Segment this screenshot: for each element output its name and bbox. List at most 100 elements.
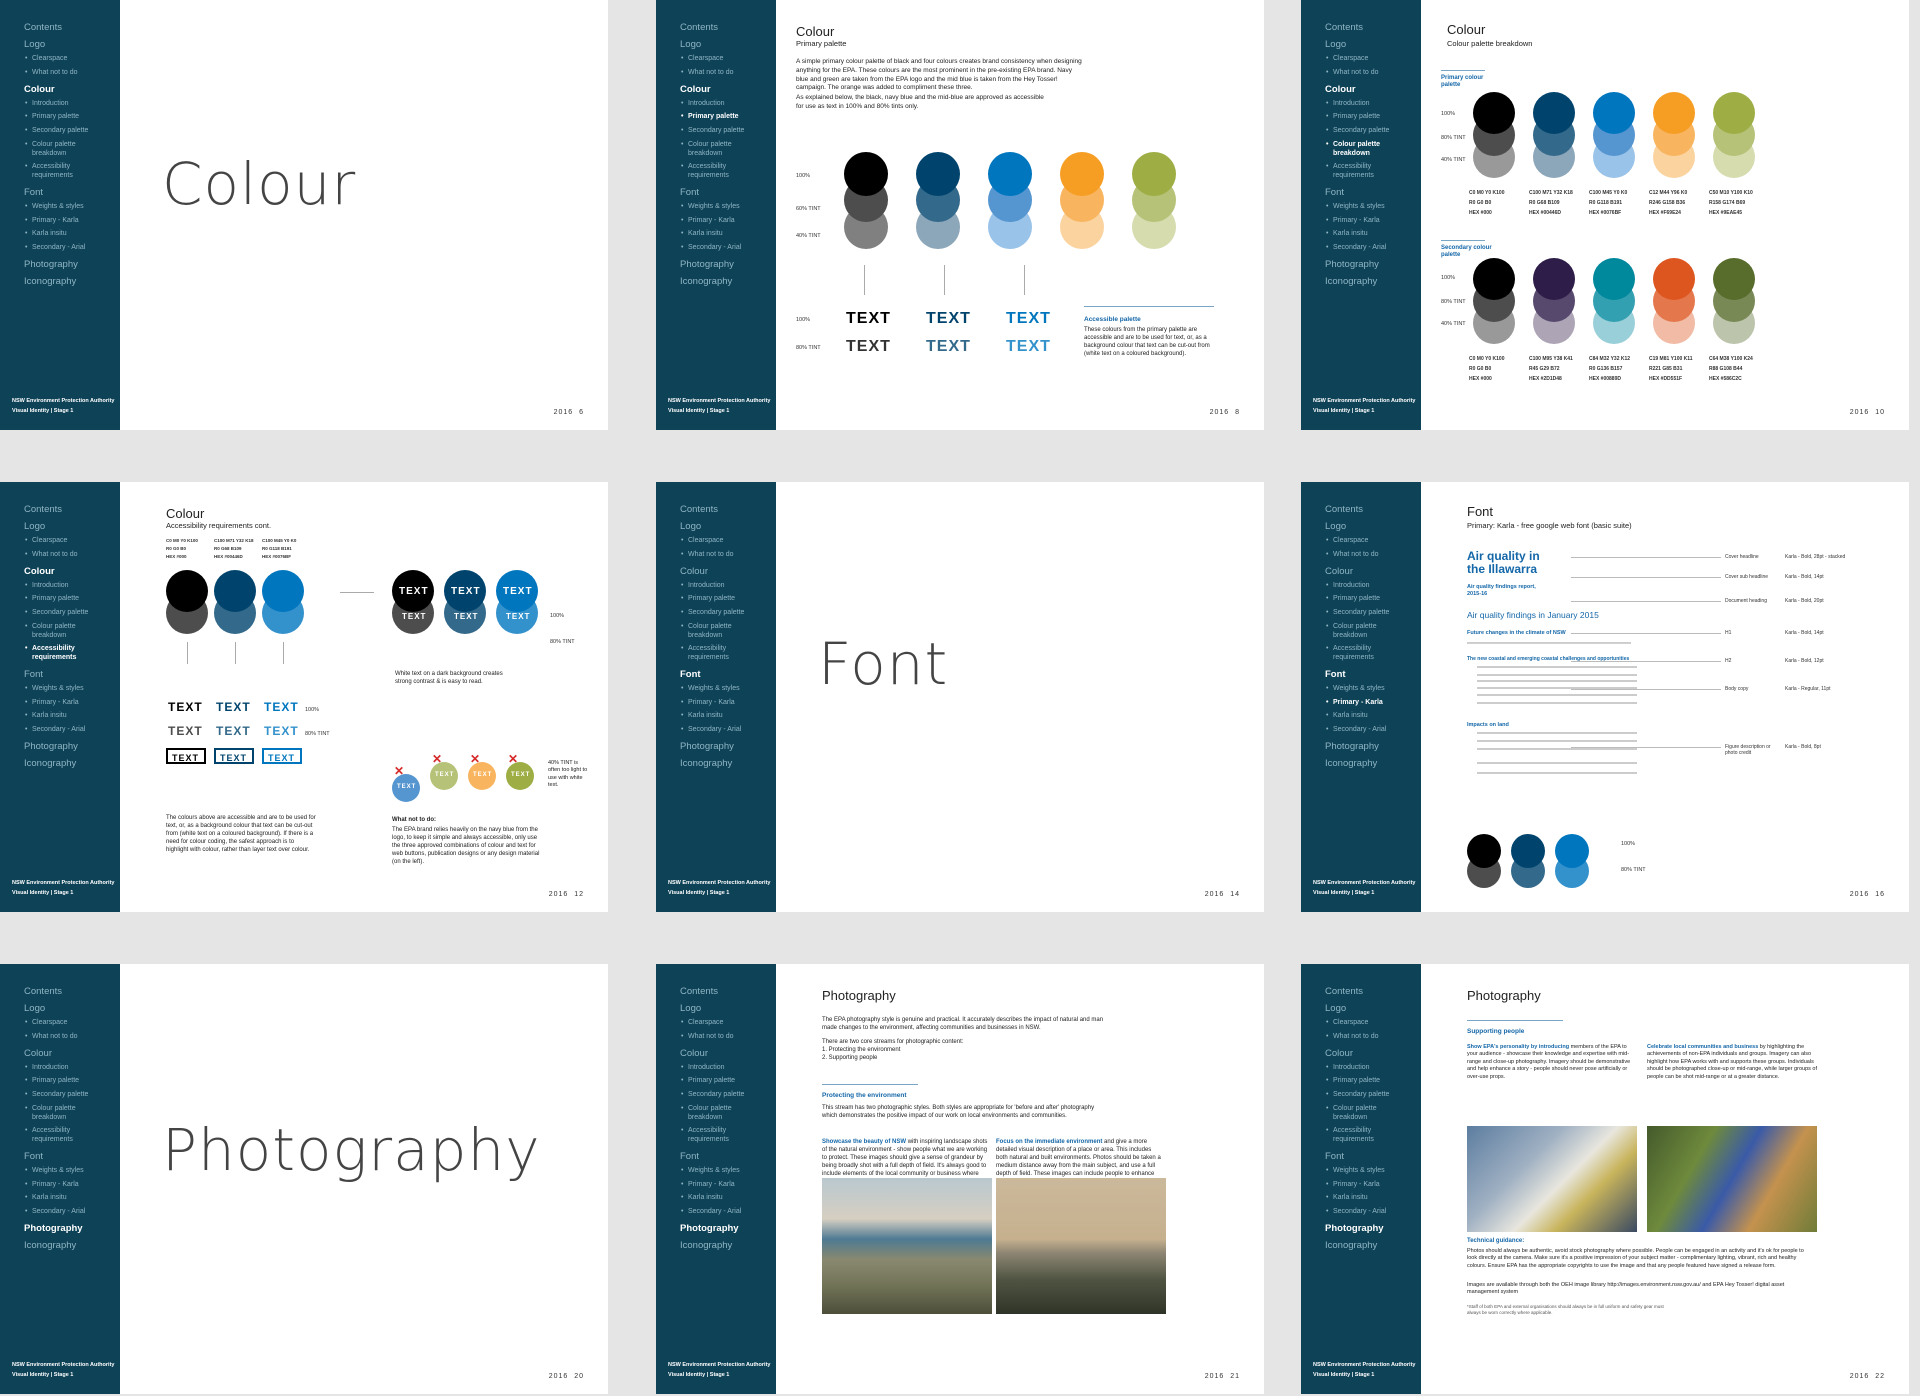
nav-what-not[interactable]: What not to do	[681, 69, 776, 78]
nav-contents[interactable]: Contents	[24, 504, 120, 515]
nav-iconography[interactable]: Iconography	[680, 276, 776, 287]
nav-what-not[interactable]: What not to do	[1326, 69, 1421, 78]
nav-colour[interactable]: Colour	[24, 84, 120, 95]
nav-primary-palette[interactable]: Primary palette	[25, 595, 120, 604]
nav-photography[interactable]: Photography	[24, 259, 120, 270]
nav-logo[interactable]: Logo	[24, 521, 120, 532]
nav-accessibility[interactable]: Accessibility requirements	[681, 645, 748, 663]
nav-introduction[interactable]: Introduction	[1326, 582, 1421, 591]
nav-photography[interactable]: Photography	[680, 1223, 776, 1234]
nav-colour[interactable]: Colour	[680, 566, 776, 577]
nav-logo[interactable]: Logo	[1325, 521, 1421, 532]
nav-photography[interactable]: Photography	[680, 259, 776, 270]
nav-weights[interactable]: Weights & styles	[25, 685, 120, 694]
nav-font[interactable]: Font	[680, 187, 776, 198]
nav-secondary-palette[interactable]: Secondary palette	[1326, 1091, 1421, 1100]
nav-secondary-arial[interactable]: Secondary - Arial	[1326, 1208, 1421, 1217]
nav-colour[interactable]: Colour	[1325, 566, 1421, 577]
nav-primary-karla[interactable]: Primary - Karla	[1326, 699, 1421, 708]
nav-clearspace[interactable]: Clearspace	[25, 55, 120, 64]
nav-contents[interactable]: Contents	[24, 22, 120, 33]
nav-introduction[interactable]: Introduction	[1326, 100, 1421, 109]
nav-secondary-arial[interactable]: Secondary - Arial	[25, 244, 120, 253]
nav-clearspace[interactable]: Clearspace	[25, 537, 120, 546]
nav-introduction[interactable]: Introduction	[25, 100, 120, 109]
nav-primary-palette[interactable]: Primary palette	[25, 1077, 120, 1086]
nav-what-not[interactable]: What not to do	[25, 1033, 120, 1042]
nav-primary-karla[interactable]: Primary - Karla	[1326, 217, 1421, 226]
nav-primary-palette[interactable]: Primary palette	[681, 113, 776, 122]
nav-weights[interactable]: Weights & styles	[681, 685, 776, 694]
nav-primary-karla[interactable]: Primary - Karla	[681, 1181, 776, 1190]
nav-logo[interactable]: Logo	[24, 1003, 120, 1014]
nav-iconography[interactable]: Iconography	[24, 758, 120, 769]
nav-photography[interactable]: Photography	[1325, 259, 1421, 270]
nav-secondary-arial[interactable]: Secondary - Arial	[681, 244, 776, 253]
nav-karla-insitu[interactable]: Karla insitu	[25, 1194, 120, 1203]
nav-accessibility[interactable]: Accessibility requirements	[25, 1127, 92, 1145]
nav-iconography[interactable]: Iconography	[24, 1240, 120, 1251]
nav-logo[interactable]: Logo	[1325, 39, 1421, 50]
nav-secondary-palette[interactable]: Secondary palette	[25, 1091, 120, 1100]
nav-iconography[interactable]: Iconography	[1325, 758, 1421, 769]
nav-contents[interactable]: Contents	[24, 986, 120, 997]
nav-colour[interactable]: Colour	[1325, 84, 1421, 95]
nav-colour-breakdown[interactable]: Colour palette breakdown	[681, 1105, 748, 1123]
nav-iconography[interactable]: Iconography	[680, 1240, 776, 1251]
nav-colour[interactable]: Colour	[680, 84, 776, 95]
nav-contents[interactable]: Contents	[680, 986, 776, 997]
nav-colour[interactable]: Colour	[24, 566, 120, 577]
nav-accessibility[interactable]: Accessibility requirements	[1326, 1127, 1393, 1145]
nav-what-not[interactable]: What not to do	[1326, 551, 1421, 560]
nav-photography[interactable]: Photography	[1325, 741, 1421, 752]
nav-contents[interactable]: Contents	[680, 22, 776, 33]
nav-accessibility[interactable]: Accessibility requirements	[681, 1127, 748, 1145]
nav-colour-breakdown[interactable]: Colour palette breakdown	[25, 623, 92, 641]
nav-font[interactable]: Font	[24, 187, 120, 198]
nav-primary-karla[interactable]: Primary - Karla	[681, 699, 776, 708]
nav-font[interactable]: Font	[1325, 669, 1421, 680]
nav-karla-insitu[interactable]: Karla insitu	[681, 230, 776, 239]
nav-introduction[interactable]: Introduction	[25, 582, 120, 591]
nav-accessibility[interactable]: Accessibility requirements	[1326, 163, 1393, 181]
nav-what-not[interactable]: What not to do	[681, 1033, 776, 1042]
nav-karla-insitu[interactable]: Karla insitu	[681, 712, 776, 721]
nav-secondary-palette[interactable]: Secondary palette	[681, 127, 776, 136]
nav-font[interactable]: Font	[24, 669, 120, 680]
nav-accessibility[interactable]: Accessibility requirements	[25, 163, 92, 181]
nav-weights[interactable]: Weights & styles	[25, 203, 120, 212]
nav-weights[interactable]: Weights & styles	[1326, 685, 1421, 694]
nav-clearspace[interactable]: Clearspace	[681, 55, 776, 64]
nav-what-not[interactable]: What not to do	[681, 551, 776, 560]
nav-secondary-palette[interactable]: Secondary palette	[25, 609, 120, 618]
nav-karla-insitu[interactable]: Karla insitu	[25, 712, 120, 721]
nav-weights[interactable]: Weights & styles	[681, 1167, 776, 1176]
nav-clearspace[interactable]: Clearspace	[681, 537, 776, 546]
nav-what-not[interactable]: What not to do	[25, 551, 120, 560]
nav-clearspace[interactable]: Clearspace	[681, 1019, 776, 1028]
nav-accessibility[interactable]: Accessibility requirements	[1326, 645, 1393, 663]
nav-secondary-palette[interactable]: Secondary palette	[681, 609, 776, 618]
nav-colour[interactable]: Colour	[24, 1048, 120, 1059]
nav-logo[interactable]: Logo	[680, 521, 776, 532]
nav-karla-insitu[interactable]: Karla insitu	[1326, 1194, 1421, 1203]
nav-logo[interactable]: Logo	[24, 39, 120, 50]
nav-introduction[interactable]: Introduction	[681, 582, 776, 591]
nav-font[interactable]: Font	[1325, 1151, 1421, 1162]
nav-iconography[interactable]: Iconography	[1325, 276, 1421, 287]
nav-introduction[interactable]: Introduction	[25, 1064, 120, 1073]
nav-clearspace[interactable]: Clearspace	[1326, 55, 1421, 64]
nav-photography[interactable]: Photography	[680, 741, 776, 752]
nav-primary-palette[interactable]: Primary palette	[1326, 1077, 1421, 1086]
nav-secondary-palette[interactable]: Secondary palette	[1326, 609, 1421, 618]
nav-primary-palette[interactable]: Primary palette	[681, 1077, 776, 1086]
nav-contents[interactable]: Contents	[1325, 504, 1421, 515]
nav-logo[interactable]: Logo	[1325, 1003, 1421, 1014]
nav-colour-breakdown[interactable]: Colour palette breakdown	[1326, 1105, 1393, 1123]
nav-primary-karla[interactable]: Primary - Karla	[25, 1181, 120, 1190]
nav-secondary-arial[interactable]: Secondary - Arial	[1326, 244, 1421, 253]
nav-accessibility[interactable]: Accessibility requirements	[681, 163, 748, 181]
nav-secondary-arial[interactable]: Secondary - Arial	[681, 1208, 776, 1217]
nav-contents[interactable]: Contents	[1325, 986, 1421, 997]
nav-primary-karla[interactable]: Primary - Karla	[25, 217, 120, 226]
